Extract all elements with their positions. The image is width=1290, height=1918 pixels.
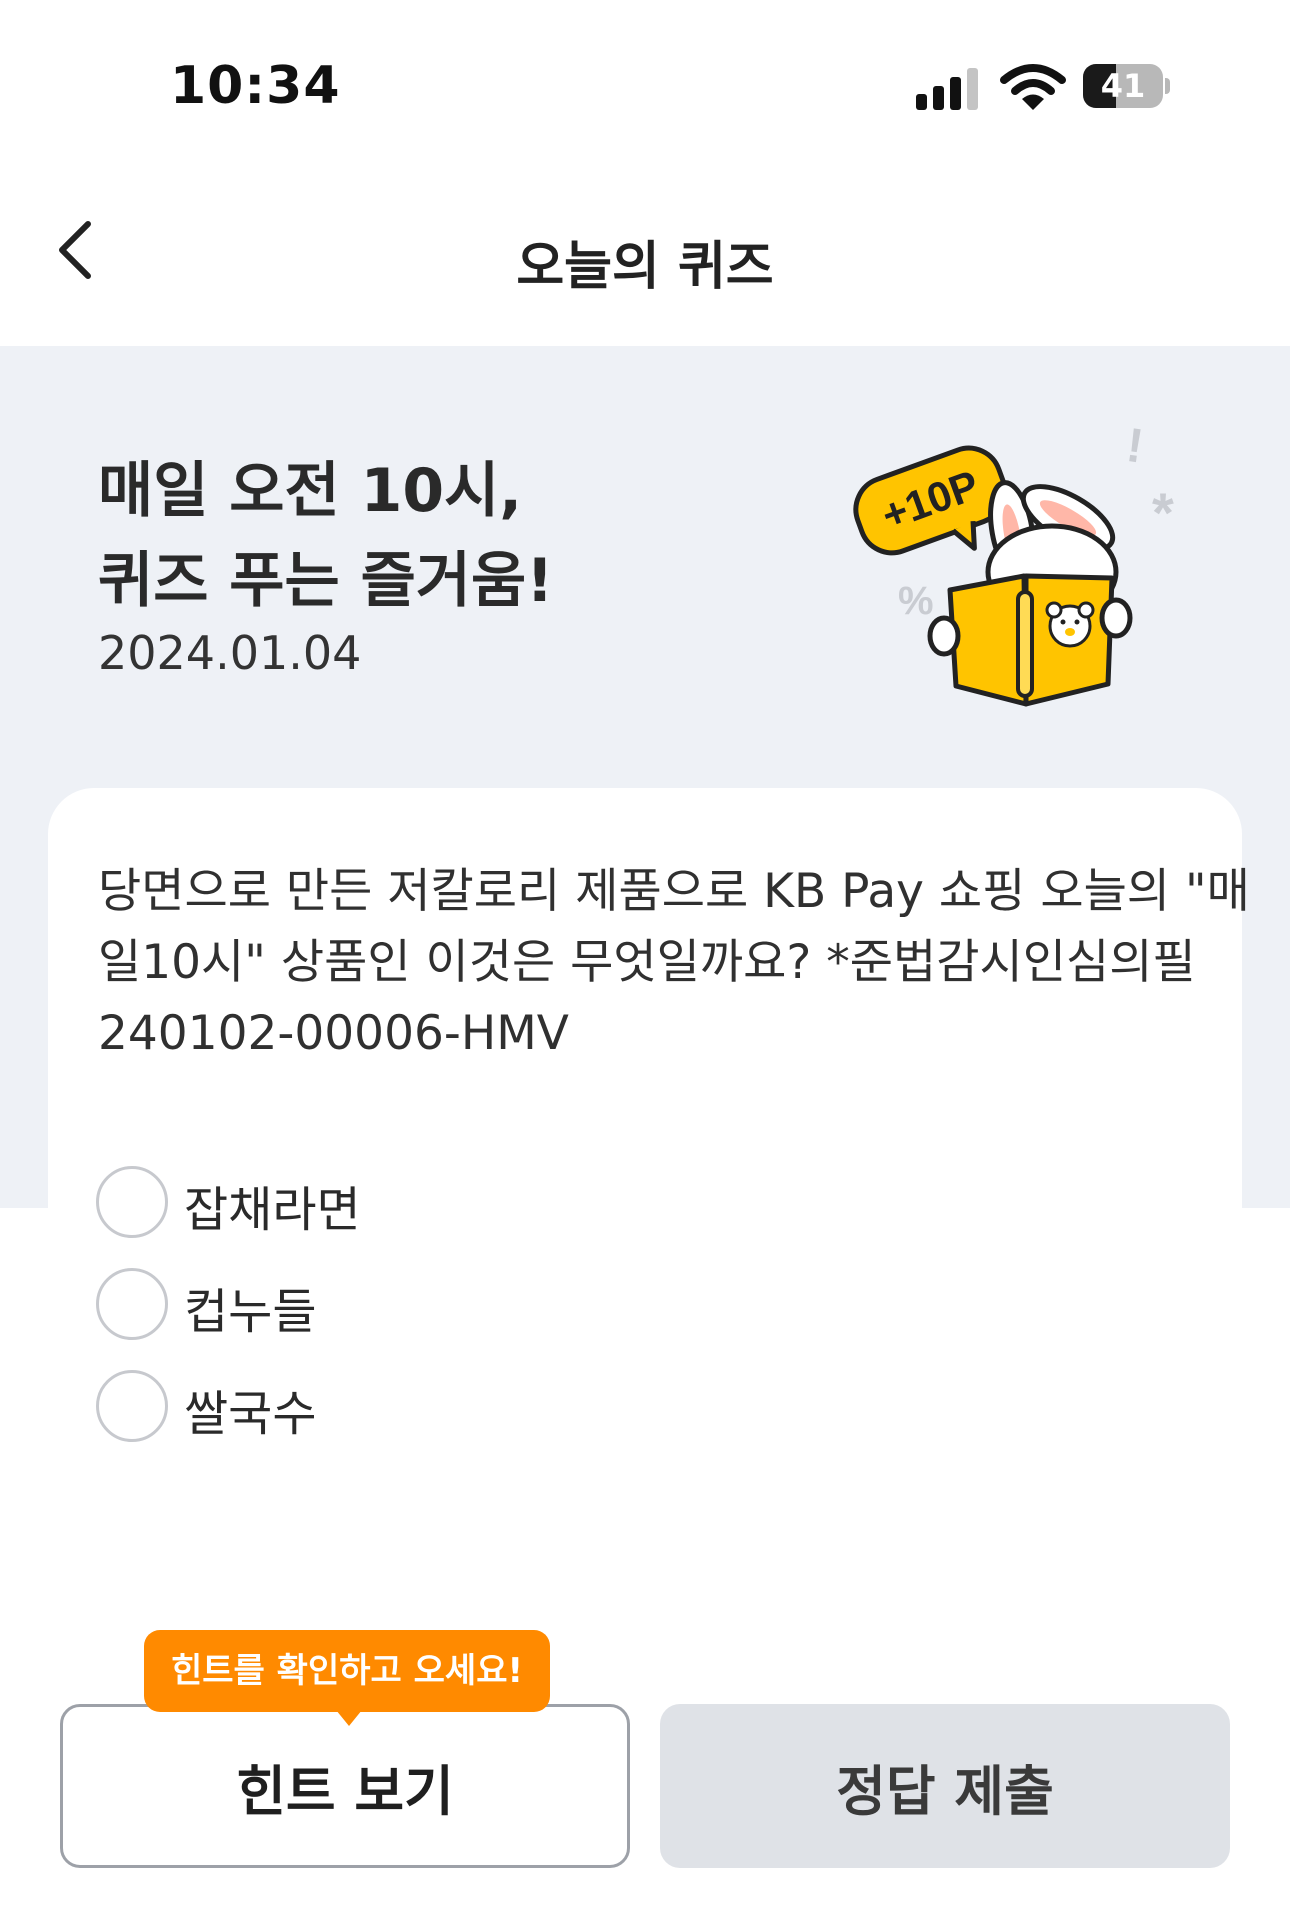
radio-button[interactable] bbox=[96, 1166, 168, 1238]
svg-text:*: * bbox=[1152, 481, 1174, 544]
page-title: 오늘의 퀴즈 bbox=[516, 237, 774, 297]
submit-answer-button[interactable]: 정답 제출 bbox=[660, 1704, 1230, 1868]
radio-button[interactable] bbox=[96, 1268, 168, 1340]
option-label: 잡채라면 bbox=[184, 1182, 361, 1238]
answer-option[interactable]: 쌀국수 bbox=[96, 1370, 796, 1444]
battery-icon: 41 bbox=[1083, 64, 1170, 108]
quiz-card: 당면으로 만든 저칼로리 제품으로 KB Pay 쇼핑 오늘의 "매 일10시"… bbox=[48, 788, 1250, 1688]
answer-option[interactable]: 컵누들 bbox=[96, 1268, 796, 1342]
answer-option[interactable]: 잡채라면 bbox=[96, 1166, 796, 1240]
battery-level: 41 bbox=[1100, 67, 1146, 105]
hero-title-line: 매일 오전 10시, bbox=[98, 456, 523, 526]
hint-button[interactable]: 힌트 보기 bbox=[60, 1704, 630, 1868]
status-bar: 10:34 41 bbox=[0, 0, 1290, 160]
option-label: 쌀국수 bbox=[184, 1386, 317, 1442]
hint-tooltip-arrow bbox=[336, 1710, 362, 1726]
svg-text:%: % bbox=[898, 579, 934, 623]
hero-title-line: 퀴즈 푸는 즐거움! bbox=[98, 546, 554, 616]
radio-button[interactable] bbox=[96, 1370, 168, 1442]
option-label: 컵누들 bbox=[184, 1284, 317, 1340]
rabbit-reading-book-illustration: +10P ! * % bbox=[853, 422, 1174, 707]
hero-title: 매일 오전 10시, 퀴즈 푸는 즐거움! bbox=[98, 446, 554, 626]
question-line: 일10시" 상품인 이것은 무엇일까요? *준법감시인심의필 bbox=[98, 935, 1196, 990]
quiz-date: 2024.01.04 bbox=[98, 626, 362, 680]
question-line: 당면으로 만든 저칼로리 제품으로 KB Pay 쇼핑 오늘의 "매 bbox=[98, 864, 1250, 919]
svg-text:!: ! bbox=[1123, 422, 1146, 474]
nav-bar: 오늘의 퀴즈 bbox=[0, 160, 1290, 346]
wifi-icon bbox=[1000, 64, 1066, 110]
question-line: 240102-00006-HMV bbox=[98, 1006, 569, 1061]
cellular-signal-icon bbox=[916, 68, 978, 110]
quiz-question: 당면으로 만든 저칼로리 제품으로 KB Pay 쇼핑 오늘의 "매 일10시"… bbox=[98, 856, 1250, 1069]
status-time: 10:34 bbox=[170, 56, 341, 116]
hint-tooltip: 힌트를 확인하고 오세요! bbox=[144, 1630, 550, 1712]
